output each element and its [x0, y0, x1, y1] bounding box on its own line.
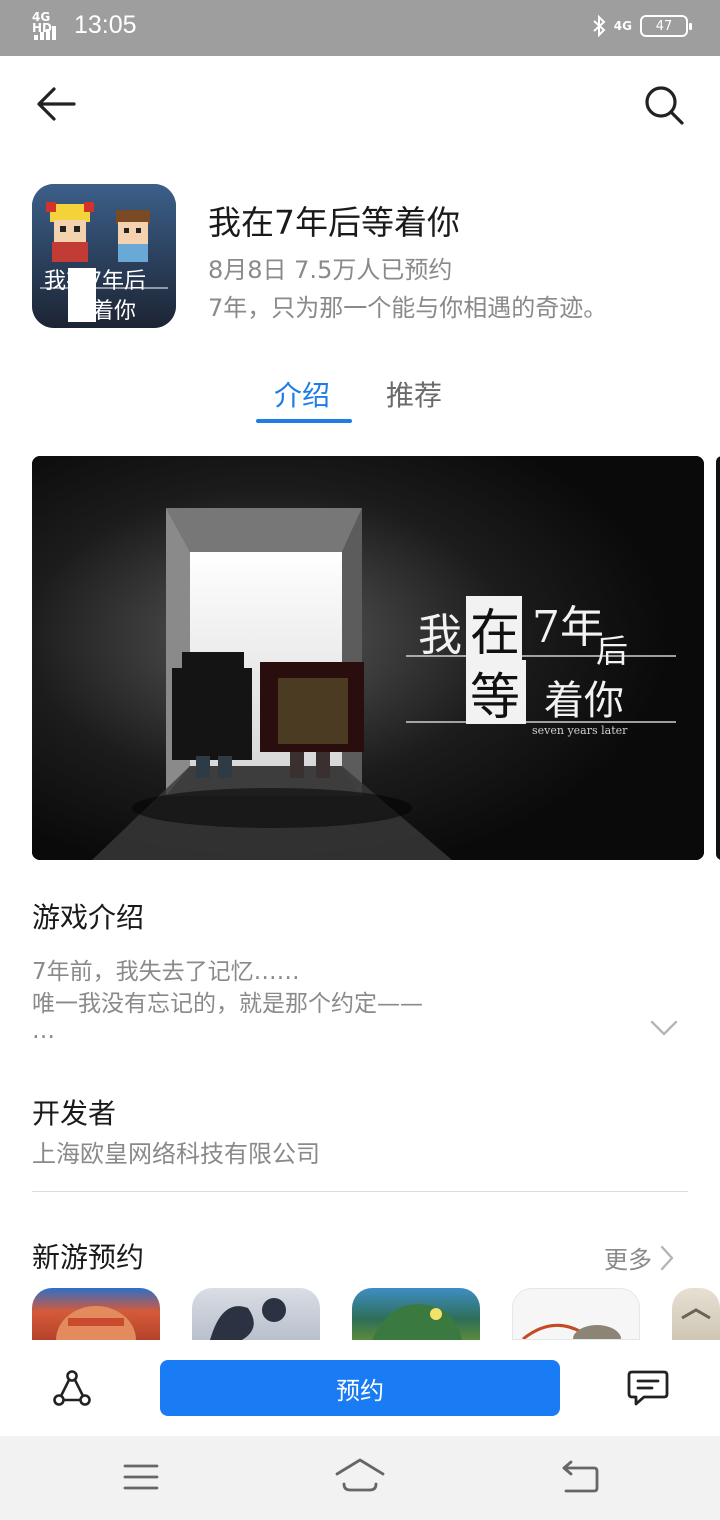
banner-title-c: 7年: [532, 602, 604, 653]
tab-intro[interactable]: 介绍: [274, 374, 330, 414]
signal-icon: 4G HD: [32, 10, 66, 40]
developer-heading: 开发者: [32, 1097, 117, 1130]
search-icon: [645, 86, 684, 125]
promo-banner-art: 我 在 7年 后 等 着你 seven years later: [32, 456, 704, 860]
intro-line-2: 唯一我没有忘记的，就是那个约定——: [32, 991, 423, 1017]
menu-icon: [123, 1464, 159, 1490]
bluetooth-icon: [593, 14, 606, 38]
banner-title-f: 着你: [544, 678, 624, 724]
intro-line-3: …: [32, 1018, 55, 1044]
status-bar: 4G HD 13:05 4G 47: [0, 0, 720, 56]
app-icon-title-line1: 我在7年后: [44, 269, 146, 294]
tab-active-indicator: [256, 419, 352, 423]
game-thumb-2[interactable]: [192, 1288, 320, 1340]
app-icon-art: 我在7年后 等着你: [32, 184, 176, 328]
comment-button[interactable]: [626, 1368, 670, 1408]
developer-name[interactable]: 上海欧皇网络科技有限公司: [32, 1134, 320, 1169]
banner-title-d: 后: [596, 632, 628, 670]
game-thumb-1[interactable]: [32, 1288, 160, 1340]
intro-line-1: 7年前，我失去了记忆……: [32, 959, 300, 985]
app-slogan: 7年，只为那一个能与你相遇的奇迹。: [208, 294, 608, 322]
network-type-label: 4G: [613, 19, 632, 33]
more-label: 更多: [604, 1246, 652, 1274]
share-icon: [53, 1370, 91, 1406]
tab-recommend[interactable]: 推荐: [386, 374, 442, 414]
next-banner-peek[interactable]: [716, 456, 720, 860]
new-games-heading: 新游预约: [32, 1241, 145, 1274]
nav-home-button[interactable]: [334, 1456, 386, 1494]
status-right: 4G 47: [592, 14, 692, 38]
back-button[interactable]: [32, 84, 80, 124]
app-meta: 8月8日 7.5万人已预约: [208, 256, 453, 284]
chevron-down-icon: [650, 1020, 678, 1036]
reserve-button[interactable]: 预约: [160, 1360, 560, 1416]
game-thumb-5[interactable]: [672, 1288, 720, 1340]
battery-level: 47: [655, 18, 673, 34]
status-left: 4G HD 13:05: [32, 10, 137, 40]
banner-title-a: 我: [418, 610, 462, 661]
share-button[interactable]: [52, 1368, 92, 1408]
app-icon: 我在7年后 等着你: [32, 184, 176, 328]
more-link[interactable]: 更多: [604, 1240, 674, 1275]
comment-icon: [627, 1370, 669, 1406]
game-thumb-4[interactable]: [512, 1288, 640, 1340]
app-icon-title-line2: 等着你: [70, 299, 136, 324]
home-icon: [335, 1458, 385, 1492]
app-title: 我在7年后等着你: [208, 203, 460, 242]
game-thumb-3[interactable]: [352, 1288, 480, 1340]
section-divider: [32, 1191, 688, 1192]
return-icon: [562, 1460, 599, 1493]
nav-menu-button[interactable]: [122, 1462, 160, 1492]
chevron-right-icon: [660, 1245, 674, 1270]
banner-subtitle: seven years later: [532, 724, 628, 737]
banner-title-e: 等: [470, 668, 520, 726]
nav-return-button[interactable]: [560, 1460, 600, 1494]
promo-banner[interactable]: 我 在 7年 后 等 着你 seven years later: [32, 456, 704, 860]
expand-button[interactable]: [650, 1018, 678, 1038]
search-button[interactable]: [640, 82, 688, 126]
battery-icon: 47: [640, 15, 692, 37]
back-arrow-icon: [37, 87, 76, 121]
intro-heading: 游戏介绍: [32, 901, 145, 934]
status-time: 13:05: [74, 10, 137, 39]
banner-title-b: 在: [470, 604, 520, 662]
